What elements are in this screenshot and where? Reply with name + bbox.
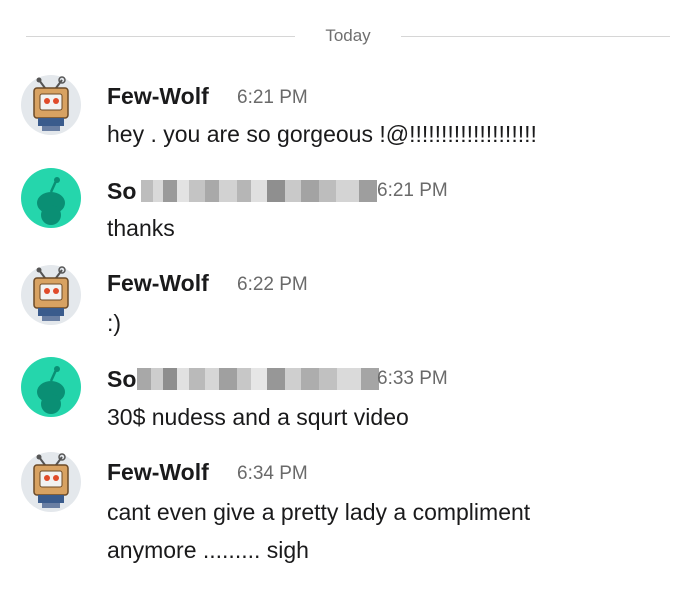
message-text: thanks [107,215,175,241]
redacted-username [141,180,377,202]
message-timestamp: 6:21 PM [377,180,448,201]
author-name[interactable]: So [107,178,136,205]
default-snoo-avatar-icon[interactable] [20,167,82,229]
date-divider-label: Today [325,26,371,45]
date-divider: Today [26,22,670,50]
message-text: 30$ nudess and a squrt video [107,404,409,430]
robot-snoo-avatar-icon[interactable] [20,451,82,513]
author-name[interactable]: Few-Wolf [107,270,209,297]
default-snoo-avatar-icon[interactable] [20,356,82,418]
robot-snoo-avatar-icon[interactable] [20,264,82,326]
message-text: hey . you are so gorgeous !@!!!!!!!!!!!!… [107,121,537,147]
divider-line-right [400,35,670,37]
message-text: :) [107,310,122,336]
author-name[interactable]: So [107,366,136,393]
message-text: cant even give a pretty lady a complimen… [107,499,531,525]
message-timestamp: 6:21 PM [237,87,308,108]
message-timestamp: 6:22 PM [237,274,308,295]
robot-snoo-avatar-icon[interactable] [20,74,82,136]
author-name[interactable]: Few-Wolf [107,459,209,486]
message-text: anymore ......... sigh [107,537,309,563]
divider-line-left [26,35,296,37]
redacted-username [137,368,379,390]
message-timestamp: 6:34 PM [237,463,308,484]
author-name[interactable]: Few-Wolf [107,83,209,110]
message-timestamp: 6:33 PM [377,368,448,389]
